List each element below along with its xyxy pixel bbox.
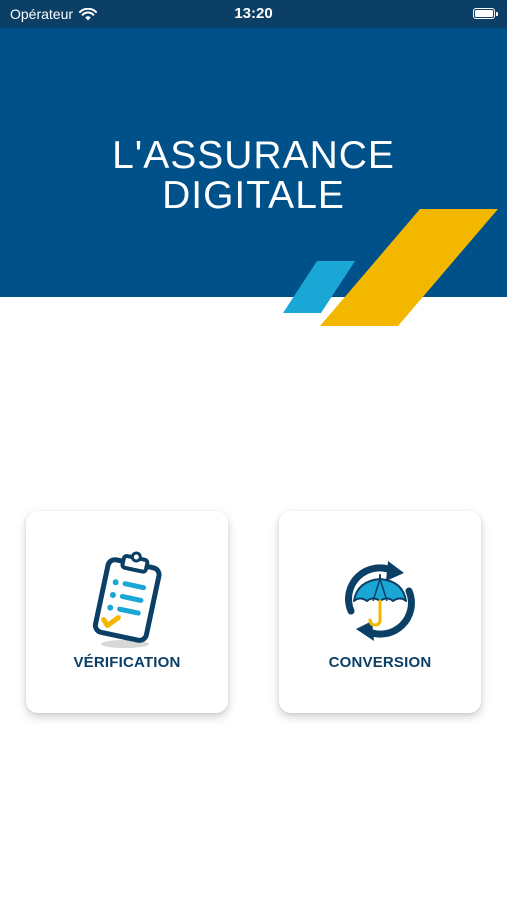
hero-title: L'ASSURANCE DIGITALE xyxy=(0,136,507,216)
verification-label: VÉRIFICATION xyxy=(73,654,181,671)
battery-icon xyxy=(473,8,498,19)
status-time: 13:20 xyxy=(234,5,273,22)
verification-card[interactable]: VÉRIFICATION xyxy=(26,511,228,713)
battery-level-fill xyxy=(475,10,493,17)
status-bar: Opérateur 13:20 xyxy=(0,0,507,28)
hero-title-line-1: L'ASSURANCE xyxy=(112,134,395,177)
umbrella-refresh-icon xyxy=(345,561,415,641)
conversion-label: CONVERSION xyxy=(328,654,432,671)
clipboard-checklist-icon xyxy=(92,551,162,648)
hero-title-line-2: DIGITALE xyxy=(162,174,345,217)
conversion-card[interactable]: CONVERSION xyxy=(279,511,481,713)
